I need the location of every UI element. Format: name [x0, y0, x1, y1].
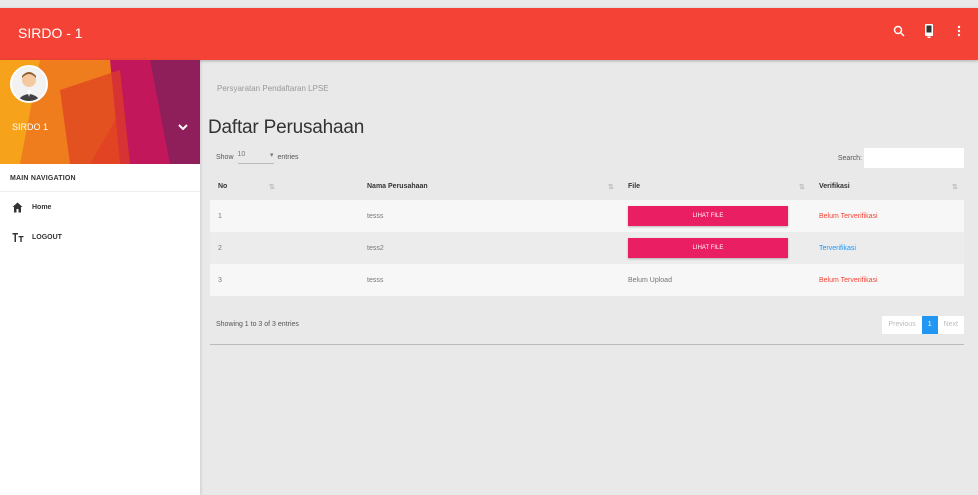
chevron-down-icon: ▾	[270, 152, 274, 159]
notification-icon[interactable]	[920, 22, 938, 40]
cell-nama: tesss	[281, 200, 620, 232]
cell-verifikasi: Terverifikasi	[811, 232, 964, 264]
user-name: SIRDO 1	[12, 122, 49, 132]
pagination: Previous 1 Next	[882, 316, 964, 334]
search-label: Search:	[837, 154, 862, 162]
verification-status-link[interactable]: Terverifikasi	[819, 245, 856, 252]
pagination-page-1[interactable]: 1	[921, 316, 938, 334]
column-header-verifikasi[interactable]: Verifikasi ⇅	[811, 172, 964, 200]
column-header-file[interactable]: File ⇅	[620, 172, 811, 200]
length-suffix: entries	[277, 154, 299, 161]
cell-no: 2	[210, 232, 281, 264]
sort-icon: ⇅	[952, 184, 958, 191]
search-icon[interactable]	[890, 22, 908, 40]
pagination-previous[interactable]: Previous	[882, 316, 921, 334]
pagination-next[interactable]: Next	[938, 316, 964, 334]
search-control: Search:	[838, 148, 964, 168]
cell-verifikasi: Belum Terverifikasi	[811, 200, 964, 232]
breadcrumb[interactable]: Persyaratan Pendaftaran LPSE	[217, 84, 329, 93]
view-file-button[interactable]: LIHAT FILE	[628, 206, 788, 226]
cell-nama: tesss	[281, 264, 620, 296]
sidebar: SIRDO 1 MAIN NAVIGATION Home LOGOUT	[0, 60, 200, 495]
companies-table: No ⇅ Nama Perusahaan ⇅ File ⇅ Verifikasi ⇅ 1…	[210, 172, 964, 296]
view-file-button[interactable]: LIHAT FILE	[628, 238, 788, 258]
cell-verifikasi: Belum Terverifikasi	[811, 264, 964, 296]
cell-nama: tess2	[281, 232, 620, 264]
sidebar-item-logout[interactable]: LOGOUT	[0, 222, 200, 252]
table-row: 1 tesss LIHAT FILE Belum Terverifikasi	[210, 200, 964, 232]
table-card: Show 10 ▾ entries Search: No ⇅ Nama Perus…	[210, 144, 964, 345]
table-row: 2 tess2 LIHAT FILE Terverifikasi	[210, 232, 964, 264]
entries-per-page-value: 10	[237, 151, 246, 158]
verification-status-link[interactable]: Belum Terverifikasi	[819, 213, 878, 220]
table-row: 3 tesss Belum Upload Belum Terverifikasi	[210, 264, 964, 296]
chevron-down-icon[interactable]	[176, 120, 190, 134]
cell-file: Belum Upload	[620, 264, 811, 296]
sort-icon: ⇅	[608, 184, 614, 191]
sidebar-item-home[interactable]: Home	[0, 192, 200, 222]
cell-no: 1	[210, 200, 281, 232]
length-label: Show	[216, 154, 234, 161]
length-control: Show 10 ▾ entries	[216, 151, 299, 164]
table-divider	[210, 344, 964, 345]
page-title: Daftar Perusahaan	[208, 117, 365, 138]
entries-per-page-select[interactable]: 10 ▾	[237, 151, 274, 164]
sort-icon: ⇅	[799, 184, 805, 191]
sort-icon: ⇅	[269, 184, 275, 191]
home-icon	[12, 201, 24, 213]
cell-file: LIHAT FILE	[620, 232, 811, 264]
sidebar-item-label: Home	[32, 203, 52, 211]
top-bar: SIRDO - 1	[0, 8, 978, 60]
verification-status-link[interactable]: Belum Terverifikasi	[819, 277, 878, 284]
column-header-nama[interactable]: Nama Perusahaan ⇅	[281, 172, 620, 200]
search-input[interactable]	[864, 148, 964, 168]
nav-header: MAIN NAVIGATION	[0, 164, 200, 192]
text-format-icon	[12, 231, 24, 243]
cell-file: LIHAT FILE	[620, 200, 811, 232]
app-title[interactable]: SIRDO - 1	[18, 25, 83, 41]
table-info: Showing 1 to 3 of 3 entries	[216, 321, 299, 328]
avatar	[10, 65, 48, 103]
more-vert-icon[interactable]	[950, 22, 968, 40]
sidebar-item-label: LOGOUT	[32, 233, 62, 241]
column-header-no[interactable]: No ⇅	[210, 172, 281, 200]
user-info-panel: SIRDO 1	[0, 60, 200, 164]
table-header-row: No ⇅ Nama Perusahaan ⇅ File ⇅ Verifikasi ⇅	[210, 172, 964, 200]
cell-no: 3	[210, 264, 281, 296]
